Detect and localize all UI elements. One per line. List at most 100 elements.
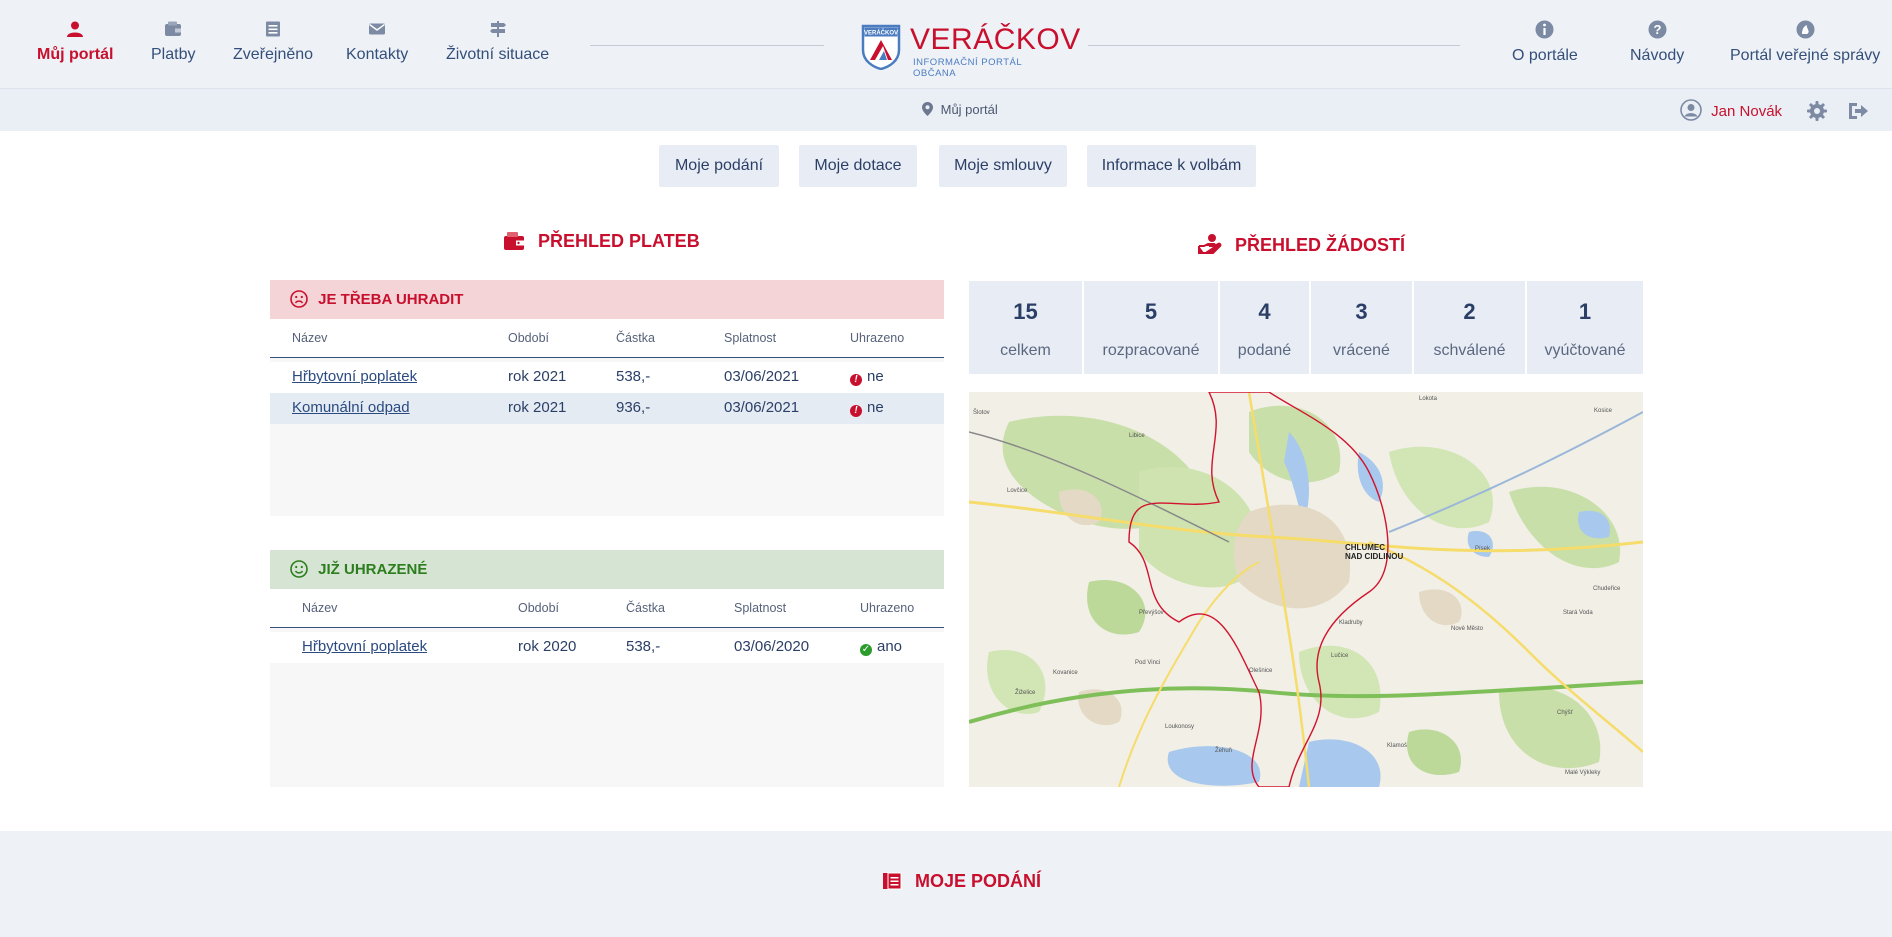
map-place-label: Klamoš (1387, 743, 1407, 749)
column-header-nazev: Název (302, 601, 338, 615)
map-place-label: Pod Vinci (1135, 660, 1160, 666)
map-place-label: Olešnice (1249, 668, 1273, 674)
stat-celkem[interactable]: 15 celkem (969, 281, 1082, 374)
map-place-label: Chudeřice (1593, 586, 1621, 592)
stat-podane[interactable]: 4 podané (1220, 281, 1309, 374)
payment-status-text: ne (867, 399, 884, 416)
map-place-label: Převýšov (1139, 610, 1164, 616)
payment-period: rok 2021 (508, 368, 567, 385)
municipality-map[interactable]: CHLUMEC NAD CIDLINOU Lokota Libice Kosic… (969, 392, 1643, 787)
question-icon: ? (1648, 20, 1667, 39)
portal-subtitle: INFORMAČNÍ PORTÁL OBČANA (913, 57, 1022, 79)
stat-label: rozpracované (1102, 342, 1200, 359)
sad-face-icon (290, 290, 308, 308)
column-header-castka: Částka (626, 601, 665, 615)
map-place-label: Kovanice (1053, 670, 1078, 676)
payment-due-date: 03/06/2021 (724, 368, 800, 385)
nav-item-portal-verejne-spravy[interactable]: Portál veřejné správy (1730, 20, 1880, 65)
tab-informace-k-volbam[interactable]: Informace k volbám (1087, 145, 1256, 187)
nav-item-zivotni-situace[interactable]: Životní situace (446, 20, 549, 64)
stat-vracene[interactable]: 3 vrácené (1311, 281, 1412, 374)
exclamation-icon: ! (850, 374, 862, 386)
stat-schvalene[interactable]: 2 schválené (1414, 281, 1525, 374)
payment-amount: 538,- (616, 368, 651, 385)
stat-value: 3 (1355, 299, 1368, 324)
map-place-label: Nové Město (1451, 626, 1484, 632)
map-place-label: Malé Výkleky (1565, 770, 1600, 776)
payment-name-link[interactable]: Hřbytovní poplatek (292, 368, 417, 385)
map-place-label: Loukonosy (1165, 724, 1194, 730)
breadcrumb[interactable]: Můj portál (922, 102, 998, 117)
tab-moje-smlouvy[interactable]: Moje smlouvy (939, 145, 1067, 187)
payment-amount: 538,- (626, 638, 661, 655)
wallet-icon (165, 21, 182, 36)
requests-heading-text: PŘEHLED ŽÁDOSTÍ (1235, 235, 1406, 255)
map-place-label: Libice (1129, 433, 1145, 439)
payment-status: ✓ ano (860, 638, 902, 656)
gear-icon[interactable] (1806, 100, 1828, 122)
paid-payments-title: JIŽ UHRAZENÉ (270, 550, 944, 589)
due-payments-title-text: JE TŘEBA UHRADIT (318, 291, 464, 308)
user-account[interactable]: Jan Novák (1680, 99, 1782, 121)
my-submissions-section: MOJE PODÁNÍ (0, 831, 1892, 937)
column-header-splatnost: Splatnost (734, 601, 787, 615)
portal-logo[interactable]: VERÁČKOV VERÁČKOV INFORMAČNÍ PORTÁL OBČA… (861, 22, 1080, 79)
nav-item-label: Můj portál (37, 46, 114, 63)
info-icon (1535, 20, 1554, 39)
nav-item-muj-portal[interactable]: Můj portál (37, 20, 113, 64)
payment-name-link[interactable]: Hřbytovní poplatek (302, 638, 427, 655)
svg-text:?: ? (1653, 22, 1661, 37)
payments-heading: PŘEHLED PLATEB (503, 231, 700, 252)
nav-item-o-portale[interactable]: O portále (1512, 20, 1578, 65)
payment-amount: 936,- (616, 399, 651, 416)
map-place-label: Žiželice (1015, 688, 1036, 696)
stat-rozpracovane[interactable]: 5 rozpracované (1084, 281, 1218, 374)
due-payments-title: JE TŘEBA UHRADIT (270, 280, 944, 319)
envelope-icon (369, 23, 386, 35)
nav-item-zverejneno[interactable]: Zveřejněno (233, 20, 313, 64)
column-header-nazev: Název (292, 331, 328, 345)
nav-item-platby[interactable]: Platby (151, 20, 195, 64)
breadcrumb-bar: Můj portál Jan Novák (0, 89, 1892, 131)
column-header-obdobi: Období (518, 601, 560, 615)
payment-due-date: 03/06/2021 (724, 399, 800, 416)
map-place-label: Chýšť (1557, 710, 1574, 716)
nav-item-label: Kontakty (346, 46, 409, 63)
header-divider (590, 45, 824, 46)
payment-status-text: ne (867, 368, 884, 385)
nav-item-kontakty[interactable]: Kontakty (346, 20, 408, 64)
location-pin-icon (922, 102, 933, 116)
user-name: Jan Novák (1711, 103, 1783, 120)
map-place-label: Lokota (1419, 396, 1438, 402)
map-place-label: Šlotov (973, 409, 990, 416)
tab-moje-podani[interactable]: Moje podání (659, 145, 779, 187)
stat-label: vrácené (1333, 342, 1390, 359)
payments-heading-text: PŘEHLED PLATEB (538, 231, 700, 251)
map-place-label: Kladruby (1339, 620, 1363, 626)
map-town-label: NAD CIDLINOU (1345, 552, 1403, 561)
due-table-header: Název Období Částka Splatnost Uhrazeno (270, 319, 944, 358)
column-header-castka: Částka (616, 331, 655, 345)
map-graphic: CHLUMEC NAD CIDLINOU Lokota Libice Kosic… (969, 392, 1643, 787)
stat-value: 4 (1258, 299, 1271, 324)
breadcrumb-label: Můj portál (940, 102, 998, 117)
table-row[interactable]: Komunální odpad rok 2021 936,- 03/06/202… (270, 393, 944, 424)
map-town-label: CHLUMEC (1345, 543, 1385, 552)
wallet-icon (504, 232, 524, 250)
nav-item-navody[interactable]: ? Návody (1630, 20, 1684, 65)
stat-value: 15 (1013, 299, 1038, 324)
logout-icon[interactable] (1847, 100, 1869, 122)
stat-label: schválené (1433, 342, 1506, 359)
documents-icon (883, 872, 902, 890)
payment-period: rok 2021 (508, 399, 567, 416)
map-place-label: Písek (1475, 546, 1491, 552)
table-row[interactable]: Hřbytovní poplatek rok 2021 538,- 03/06/… (270, 362, 944, 393)
map-place-label: Stará Voda (1563, 610, 1593, 616)
payment-name-link[interactable]: Komunální odpad (292, 399, 410, 416)
payment-status: ! ne (850, 368, 884, 386)
payment-status-text: ano (877, 638, 903, 655)
nav-item-label: Platby (151, 46, 196, 63)
stat-vyuctovane[interactable]: 1 vyúčtované (1527, 281, 1643, 374)
table-row[interactable]: Hřbytovní poplatek rok 2020 538,- 03/06/… (270, 632, 944, 663)
tab-moje-dotace[interactable]: Moje dotace (799, 145, 917, 187)
